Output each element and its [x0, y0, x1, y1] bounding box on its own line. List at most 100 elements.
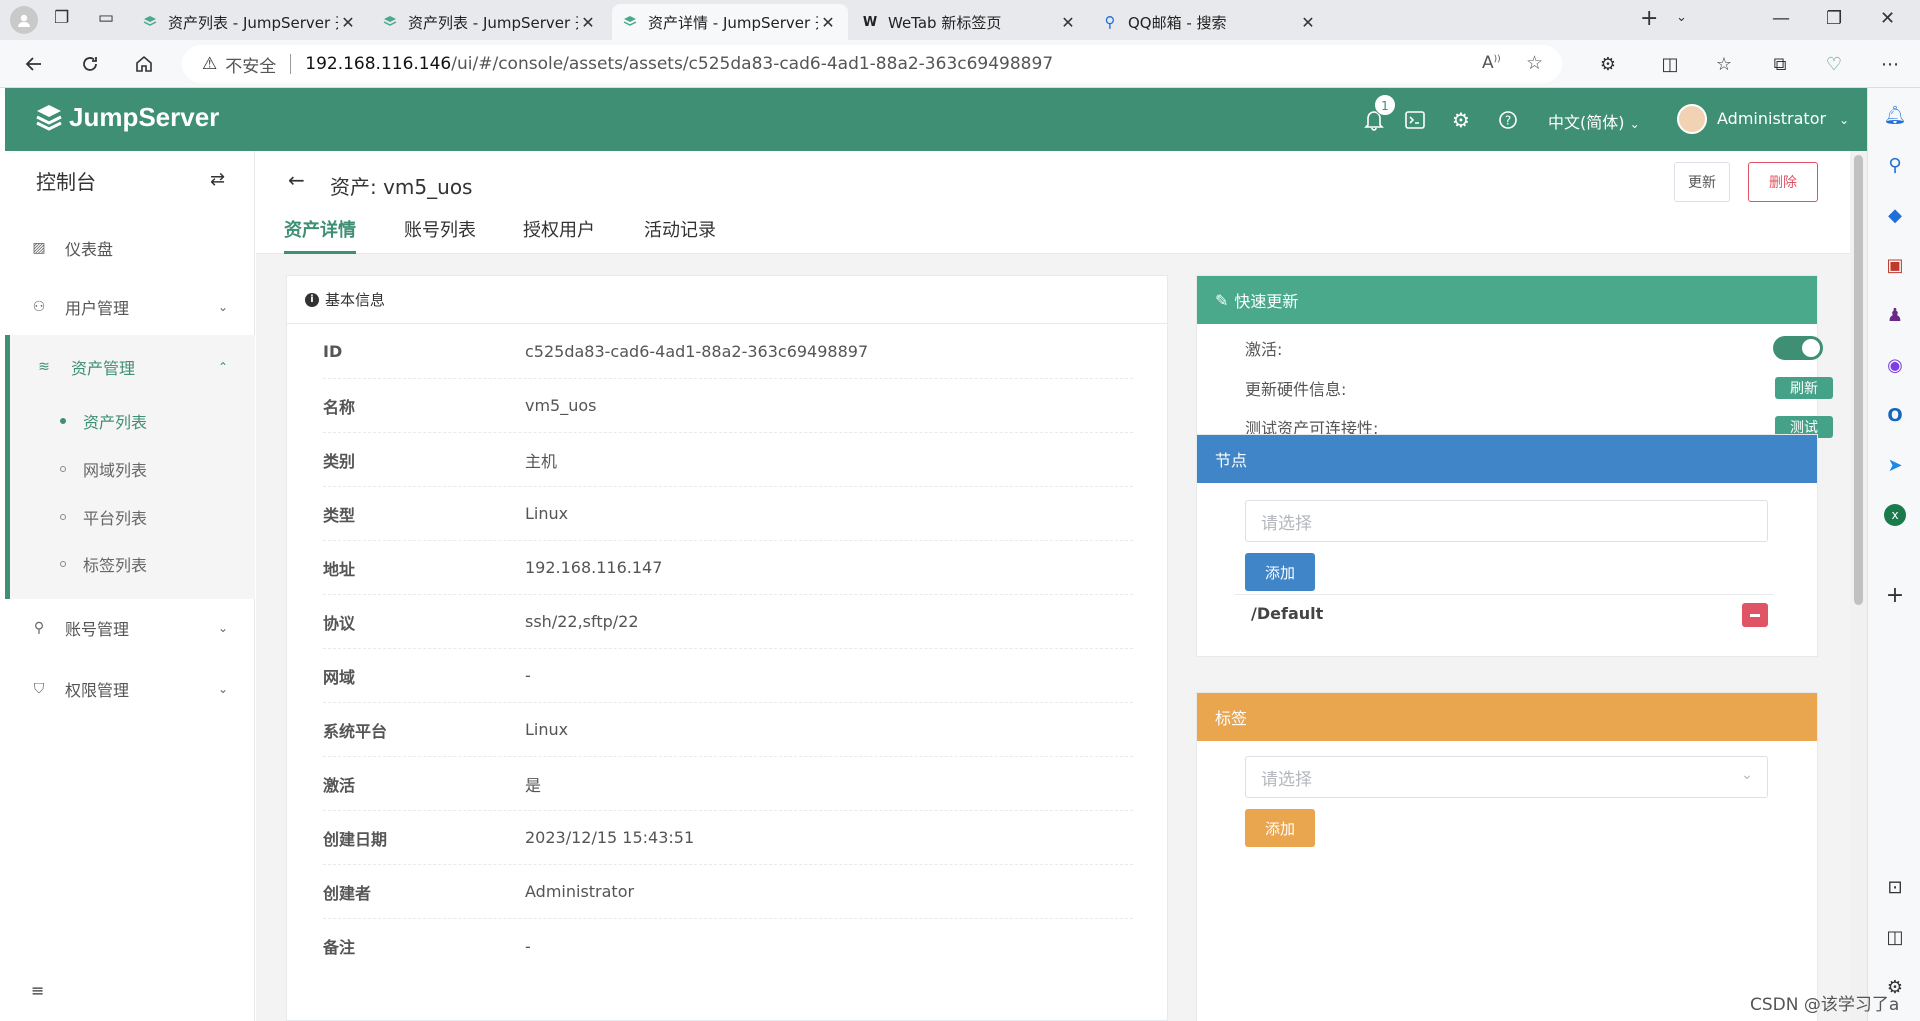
- remove-node-button[interactable]: [1742, 603, 1768, 627]
- shield-icon: ⛉: [33, 681, 45, 697]
- close-tab-icon[interactable]: ✕: [578, 13, 598, 32]
- chevron-down-icon: ⌄: [1629, 117, 1640, 131]
- sidebar-subitem-label: 网域列表: [83, 461, 148, 480]
- tab-list-chevron-icon[interactable]: ⌄: [1676, 10, 1687, 25]
- info-key: 创建者: [323, 883, 372, 903]
- split-screen-icon[interactable]: ◫: [1656, 50, 1684, 78]
- screenshot-icon[interactable]: ⊡: [1882, 874, 1908, 900]
- page-scrollbar[interactable]: [1850, 151, 1867, 1021]
- sidebar-subitem-platform-list[interactable]: 平台列表: [5, 497, 255, 537]
- send-icon[interactable]: ➤: [1882, 452, 1908, 478]
- games-icon[interactable]: ♟: [1882, 302, 1908, 328]
- active-toggle[interactable]: [1773, 336, 1823, 360]
- panel-header: 标签: [1197, 693, 1817, 741]
- browser-tab-5[interactable]: ⚲ QQ邮箱 - 搜索 ✕: [1092, 4, 1328, 40]
- back-icon[interactable]: [20, 50, 48, 78]
- url-host: 192.168.116.146: [305, 54, 452, 74]
- dashboard-icon: ▨: [32, 240, 46, 256]
- sidebar-item-assets[interactable]: ≋ 资产管理 ⌃: [5, 345, 255, 389]
- copilot-icon[interactable]: ◉: [1882, 352, 1908, 378]
- user-menu[interactable]: Administrator ⌄: [1717, 109, 1849, 128]
- add-label-button[interactable]: 添加: [1245, 809, 1315, 847]
- more-menu-icon[interactable]: ⋯: [1876, 50, 1904, 78]
- extensions-icon[interactable]: ⚙: [1594, 50, 1622, 78]
- bullet-icon: [60, 514, 66, 520]
- chevron-up-icon: ⌃: [218, 360, 229, 374]
- notification-count-badge: 1: [1374, 94, 1396, 116]
- info-key: 地址: [323, 559, 356, 579]
- settings-gear-icon[interactable]: ⚙: [1449, 108, 1473, 132]
- node-select[interactable]: 请选择: [1245, 500, 1768, 542]
- add-icon[interactable]: +: [1882, 582, 1908, 608]
- read-aloud-icon[interactable]: A)): [1482, 53, 1501, 73]
- app-logo[interactable]: JumpServer: [35, 102, 219, 133]
- sidebar-subitem-label-list[interactable]: 标签列表: [5, 544, 255, 584]
- sidebar-subitem-domain-list[interactable]: 网域列表: [5, 449, 255, 489]
- new-tab-icon[interactable]: +: [1640, 6, 1658, 31]
- info-value: 192.168.116.147: [525, 558, 663, 577]
- avatar[interactable]: [1677, 104, 1707, 134]
- info-row: 类别 主机: [323, 433, 1133, 487]
- tab-title: 资产列表 - JumpServer 开源堡垒: [168, 13, 338, 32]
- label-select[interactable]: 请选择 ⌄: [1245, 756, 1768, 798]
- sidebar-item-accounts[interactable]: ⚲ 账号管理 ⌄: [5, 606, 255, 650]
- language-selector[interactable]: 中文(简体) ⌄: [1548, 109, 1640, 133]
- sidebar-item-users[interactable]: ⚇ 用户管理 ⌄: [5, 285, 255, 329]
- info-row: 激活 是: [323, 757, 1133, 811]
- shopping-tag-icon[interactable]: ◆: [1882, 202, 1908, 228]
- info-value: Administrator: [525, 882, 635, 901]
- info-circle-icon: i: [305, 292, 319, 307]
- delete-button[interactable]: 删除: [1748, 162, 1818, 202]
- notification-icon[interactable]: 🔔︎: [1882, 102, 1908, 128]
- page-title: 资产: vm5_uos: [330, 175, 473, 199]
- collections-icon[interactable]: ⧉: [1766, 50, 1794, 78]
- profile-icon[interactable]: [10, 6, 38, 34]
- sidebar-item-permissions[interactable]: ⛉ 权限管理 ⌄: [5, 667, 255, 711]
- terminal-icon[interactable]: [1403, 108, 1427, 132]
- refresh-icon[interactable]: [76, 50, 104, 78]
- close-window-icon[interactable]: ✕: [1880, 8, 1895, 29]
- excel-icon[interactable]: x: [1882, 502, 1908, 528]
- tools-icon[interactable]: ▣: [1882, 252, 1908, 278]
- url-field[interactable]: ⚠ 不安全 192.168.116.146 /ui/#/console/asse…: [182, 45, 1562, 83]
- close-tab-icon[interactable]: ✕: [338, 13, 358, 32]
- browser-tab-2[interactable]: 资产列表 - JumpServer 开源堡垒 ✕: [372, 4, 608, 40]
- workspaces-icon[interactable]: ❐: [54, 8, 69, 28]
- update-button[interactable]: 更新: [1674, 162, 1730, 202]
- switch-view-icon[interactable]: ⇄: [210, 169, 225, 190]
- search-icon[interactable]: ⚲: [1882, 152, 1908, 178]
- back-arrow-icon[interactable]: ←: [288, 168, 305, 192]
- close-tab-icon[interactable]: ✕: [818, 13, 838, 32]
- tab-authorized-users[interactable]: 授权用户: [523, 216, 595, 254]
- info-value: c525da83-cad6-4ad1-88a2-363c69498897: [525, 342, 869, 361]
- notification-bell-icon[interactable]: 1: [1362, 94, 1396, 132]
- app-header: JumpServer 1 ⚙ ? 中文(简体) ⌄ Administrator …: [5, 88, 1867, 151]
- close-tab-icon[interactable]: ✕: [1298, 13, 1318, 32]
- favorite-star-icon[interactable]: ☆: [1526, 52, 1543, 74]
- collapse-sidebar-icon[interactable]: ≡: [31, 981, 44, 1000]
- refresh-button[interactable]: 刷新: [1775, 377, 1833, 399]
- outlook-icon[interactable]: O: [1882, 402, 1908, 428]
- favorites-icon[interactable]: ☆: [1710, 50, 1738, 78]
- sidebar-subitem-asset-list[interactable]: 资产列表: [5, 401, 255, 441]
- minimize-icon[interactable]: —: [1772, 8, 1790, 29]
- browser-essentials-icon[interactable]: ♡: [1820, 50, 1848, 78]
- warning-icon[interactable]: ⚠: [202, 54, 217, 74]
- close-tab-icon[interactable]: ✕: [1058, 13, 1078, 32]
- tab-activity-log[interactable]: 活动记录: [644, 216, 716, 254]
- browser-tab-1[interactable]: 资产列表 - JumpServer 开源堡垒 ✕: [132, 4, 368, 40]
- sidebar-item-dashboard[interactable]: ▨ 仪表盘: [5, 226, 255, 270]
- info-row: 类型 Linux: [323, 487, 1133, 541]
- browser-tab-3[interactable]: 资产详情 - JumpServer 开源堡垒 ✕: [612, 4, 848, 40]
- scrollbar-thumb[interactable]: [1854, 155, 1863, 605]
- tab-account-list[interactable]: 账号列表: [404, 216, 476, 254]
- sidebar-toggle-icon[interactable]: ◫: [1882, 924, 1908, 950]
- add-node-button[interactable]: 添加: [1245, 553, 1315, 591]
- node-select-placeholder: 请选择: [1261, 513, 1312, 534]
- browser-tab-4[interactable]: W WeTab 新标签页 ✕: [852, 4, 1088, 40]
- help-icon[interactable]: ?: [1496, 108, 1520, 132]
- tab-actions-icon[interactable]: ▭: [98, 8, 114, 28]
- restore-icon[interactable]: ❐: [1826, 8, 1842, 29]
- tab-asset-details[interactable]: 资产详情: [284, 216, 356, 254]
- home-icon[interactable]: [130, 50, 158, 78]
